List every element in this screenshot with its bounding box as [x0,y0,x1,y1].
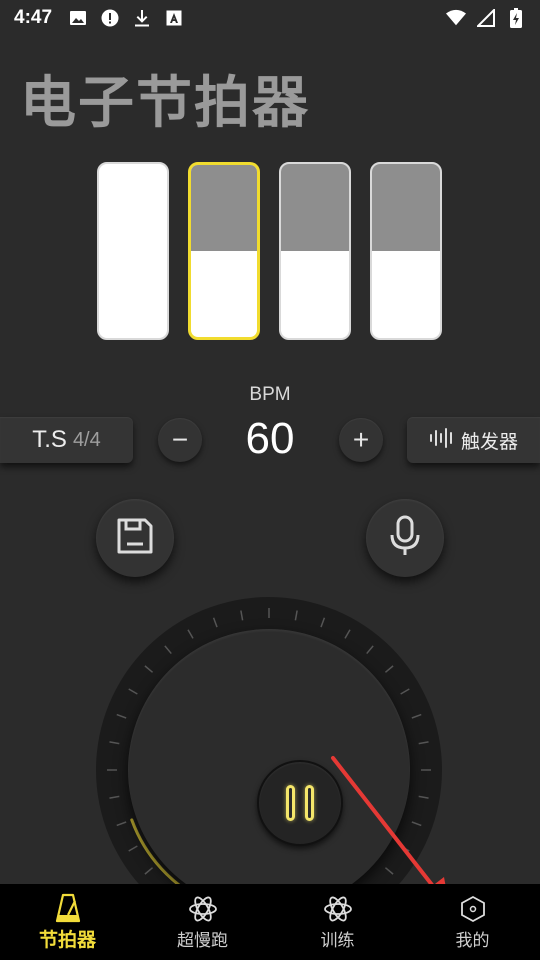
app-title: 电子节拍器 [20,71,310,136]
dial-tick [144,867,154,875]
download-icon [132,8,152,28]
ts-label: T.S [32,426,67,453]
battery-icon [506,8,526,28]
nav-item-slow-jog[interactable]: 超慢跑 [135,884,270,960]
beat-pads [97,162,443,340]
image-icon [68,8,88,28]
dial-tick [366,645,374,655]
waveform-icon [429,427,455,454]
beat-pad-4[interactable] [370,162,442,340]
nav-label: 训练 [320,930,355,950]
dial-tick [109,741,120,745]
dial-tick [116,713,127,719]
dial-tick [164,645,172,655]
trigger-label: 触发器 [460,431,518,453]
bpm-value: 60 [245,414,295,463]
wifi-icon [446,8,466,28]
bpm-label: BPM [249,384,291,405]
nav-item-metronome[interactable]: 节拍器 [0,884,135,960]
dial-tick [418,741,429,745]
beat-pad-3[interactable] [279,162,351,340]
status-time: 4:47 [14,7,53,28]
status-icons-right [446,8,526,28]
play-pause-button[interactable] [257,760,343,846]
time-signature-button[interactable]: T.S 4/4 [0,417,133,463]
bottom-nav: 节拍器 超慢跑 训练 我的 [0,884,540,960]
nav-item-profile[interactable]: 我的 [405,884,540,960]
nav-label: 我的 [455,930,490,950]
floppy-disk-icon [115,516,155,561]
dial-tick [240,610,244,621]
minus-icon: − [171,424,189,455]
dial-tick [294,610,298,621]
beat-pad-2[interactable] [188,162,260,340]
dial-knob[interactable] [128,629,410,911]
pause-icon [305,785,314,821]
metronome-icon [53,893,83,923]
save-button[interactable] [96,499,174,577]
status-icons-left [68,8,184,28]
microphone-button[interactable] [366,499,444,577]
dial-tick [144,665,154,673]
increase-bpm-button[interactable]: + [339,418,383,462]
dial-tick [128,845,138,852]
atom-icon [323,894,353,924]
dial-tick [400,845,410,852]
plus-icon: + [352,424,370,455]
dial-tick [418,795,429,799]
dial-tick [384,867,394,875]
pause-icon [286,785,295,821]
nav-label: 超慢跑 [177,930,228,950]
decrease-bpm-button[interactable]: − [158,418,202,462]
dial-tick [116,821,127,827]
dial-tick [128,688,138,695]
ts-value: 4/4 [72,428,101,451]
status-bar: 4:47 [0,0,540,36]
nav-label: 节拍器 [38,929,96,951]
trigger-button[interactable]: 触发器 [407,417,540,463]
beat-level [191,165,257,251]
hexagon-icon [458,894,488,924]
dial-tick [212,617,218,628]
font-icon [164,8,184,28]
dial-tick [411,713,422,719]
dial-tick [109,795,120,799]
dial-tick [411,821,422,827]
nav-item-training[interactable]: 训练 [270,884,405,960]
dial-tick [187,629,194,639]
microphone-icon [388,515,422,562]
atom-icon [188,894,218,924]
beat-pad-1[interactable] [97,162,169,340]
beat-level [372,164,440,251]
alert-icon [100,8,120,28]
dial-tick [320,617,326,628]
dial-tick [344,629,351,639]
signal-icon [476,8,496,28]
dial-tick [400,688,410,695]
dial-tick [384,665,394,673]
beat-level [281,164,349,251]
